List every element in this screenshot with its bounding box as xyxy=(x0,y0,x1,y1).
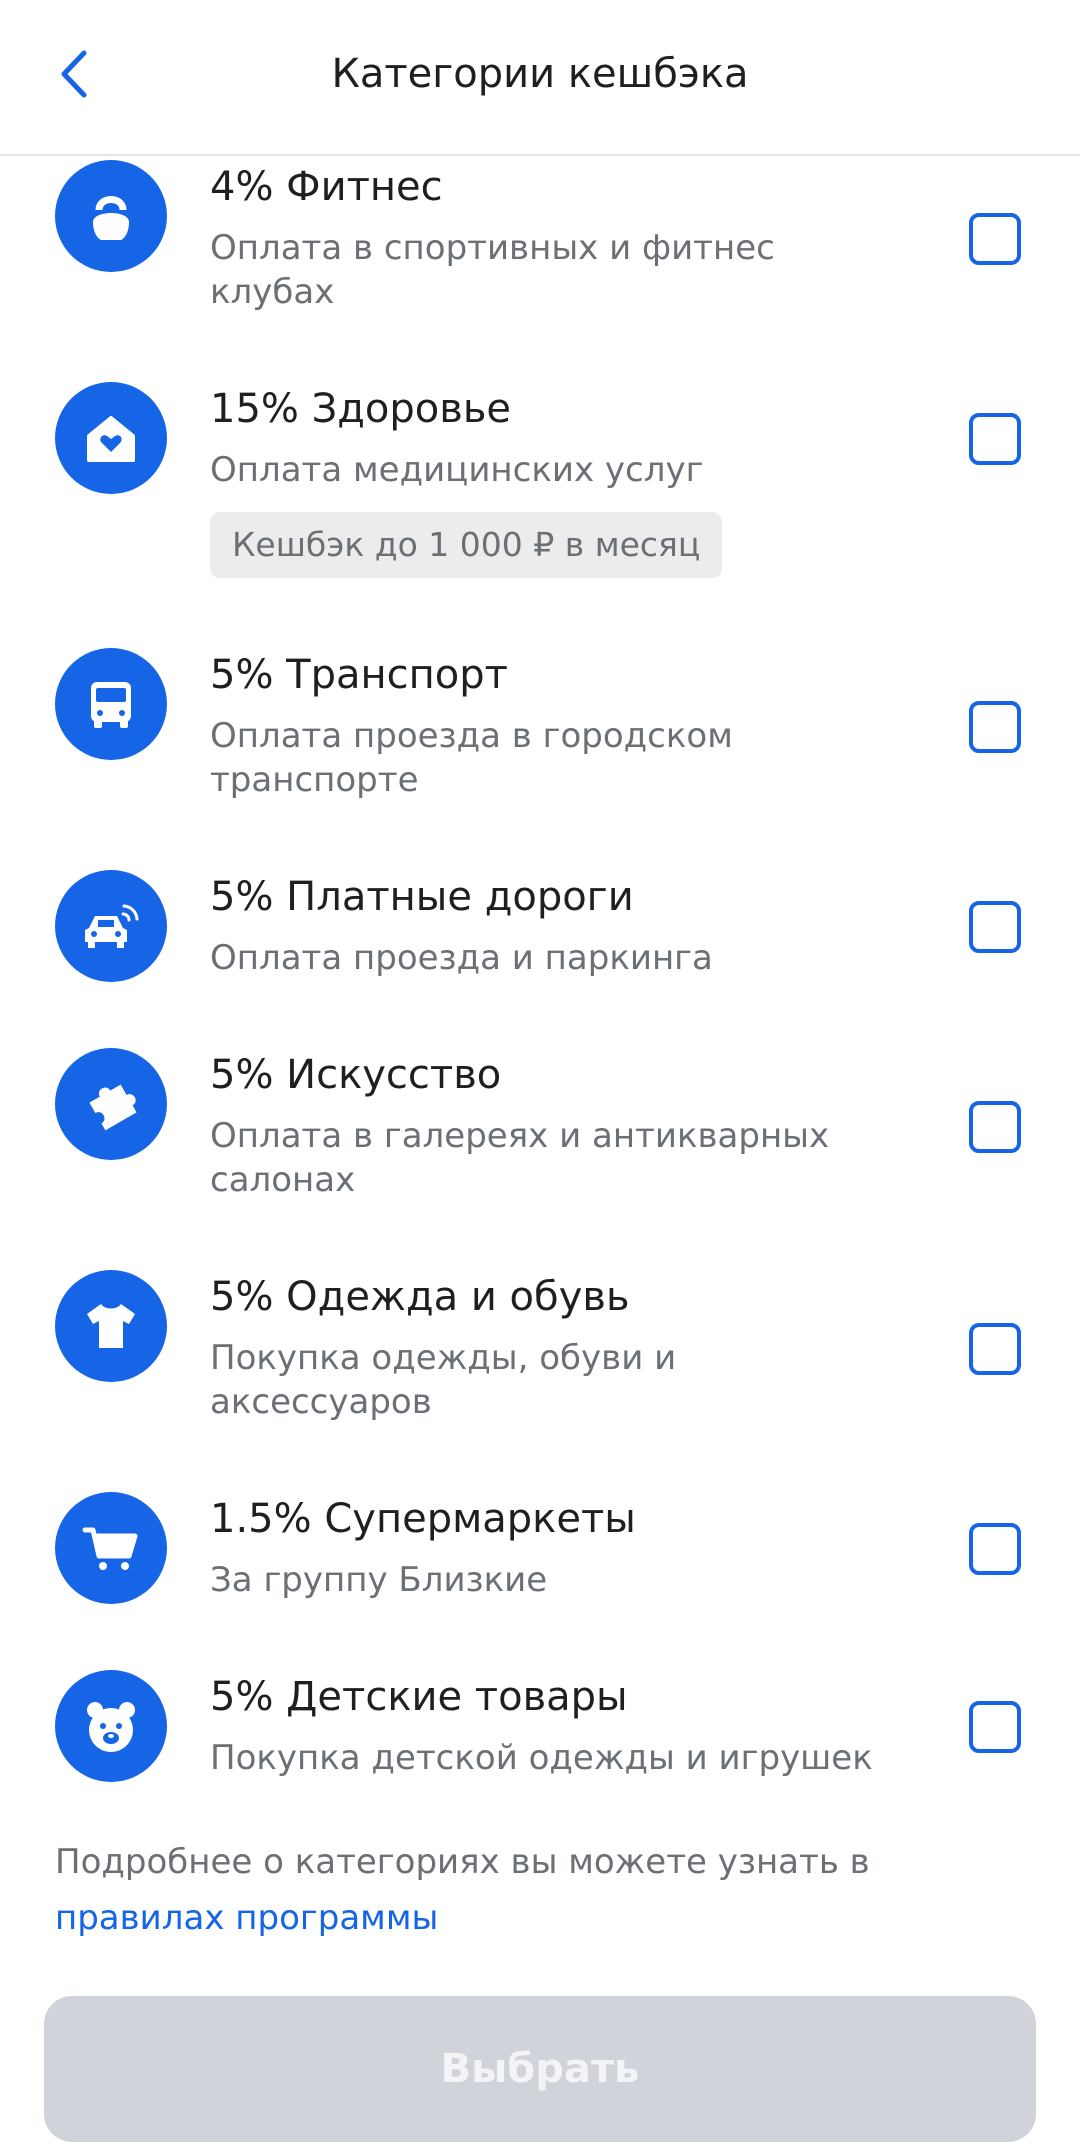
category-row-kids[interactable]: 5% Детские товары Покупка детской одежды… xyxy=(0,1664,1080,1824)
category-title: 1.5% Супермаркеты xyxy=(210,1496,636,1542)
top-bar: Категории кешбэка xyxy=(0,0,1080,156)
category-row-supermarkets[interactable]: 1.5% Супермаркеты За группу Близкие xyxy=(0,1486,1080,1646)
bus-icon xyxy=(55,648,167,760)
category-checkbox[interactable] xyxy=(969,701,1021,753)
select-button[interactable]: Выбрать xyxy=(44,1996,1036,2142)
category-row-art[interactable]: 5% Искусство Оплата в галереях и антиква… xyxy=(0,1042,1080,1242)
category-description: Оплата в галереях и антикварных салонах xyxy=(210,1116,830,1200)
category-checkbox[interactable] xyxy=(969,1101,1021,1153)
category-row-health[interactable]: 15% Здоровье Оплата медицинских услуг Ке… xyxy=(0,376,1080,616)
category-row-transport[interactable]: 5% Транспорт Оплата проезда в городском … xyxy=(0,642,1080,842)
category-checkbox[interactable] xyxy=(969,413,1021,465)
category-description: Покупка детской одежды и игрушек xyxy=(210,1738,873,1778)
category-checkbox[interactable] xyxy=(969,901,1021,953)
category-title: 5% Одежда и обувь xyxy=(210,1274,630,1320)
category-description: Оплата медицинских услуг xyxy=(210,450,704,490)
category-row-fitness[interactable]: 4% Фитнес Оплата в спортивных и фитнес к… xyxy=(0,154,1080,354)
rules-note-text: Подробнее о категориях вы можете узнать … xyxy=(55,1842,870,1882)
category-description: За группу Близкие xyxy=(210,1560,548,1600)
category-title: 15% Здоровье xyxy=(210,386,512,432)
kettlebell-icon xyxy=(55,160,167,272)
category-row-clothes[interactable]: 5% Одежда и обувь Покупка одежды, обуви … xyxy=(0,1264,1080,1464)
bear-icon xyxy=(55,1670,167,1782)
category-title: 5% Детские товары xyxy=(210,1674,628,1720)
category-description: Оплата в спортивных и фитнес клубах xyxy=(210,228,775,312)
category-checkbox[interactable] xyxy=(969,1701,1021,1753)
car-signal-icon xyxy=(55,870,167,982)
category-description: Оплата проезда и паркинга xyxy=(210,938,713,978)
program-rules-link[interactable]: правилах программы xyxy=(55,1898,438,1938)
page-title: Категории кешбэка xyxy=(331,51,749,97)
cart-icon xyxy=(55,1492,167,1604)
rules-note: Подробнее о категориях вы можете узнать … xyxy=(55,1834,1025,1946)
category-description: Покупка одежды, обуви и аксессуаров xyxy=(210,1338,677,1422)
cashback-limit-badge: Кешбэк до 1 000 ₽ в месяц xyxy=(210,512,723,578)
category-title: 4% Фитнес xyxy=(210,164,443,210)
category-checkbox[interactable] xyxy=(969,1323,1021,1375)
category-title: 5% Транспорт xyxy=(210,652,508,698)
category-checkbox[interactable] xyxy=(969,1523,1021,1575)
category-title: 5% Платные дороги xyxy=(210,874,634,920)
tshirt-icon xyxy=(55,1270,167,1382)
category-description: Оплата проезда в городском транспорте xyxy=(210,716,733,800)
home-heart-icon xyxy=(55,382,167,494)
category-row-toll-roads[interactable]: 5% Платные дороги Оплата проезда и парки… xyxy=(0,864,1080,1024)
category-title: 5% Искусство xyxy=(210,1052,502,1098)
puzzle-icon xyxy=(55,1048,167,1160)
category-checkbox[interactable] xyxy=(969,213,1021,265)
